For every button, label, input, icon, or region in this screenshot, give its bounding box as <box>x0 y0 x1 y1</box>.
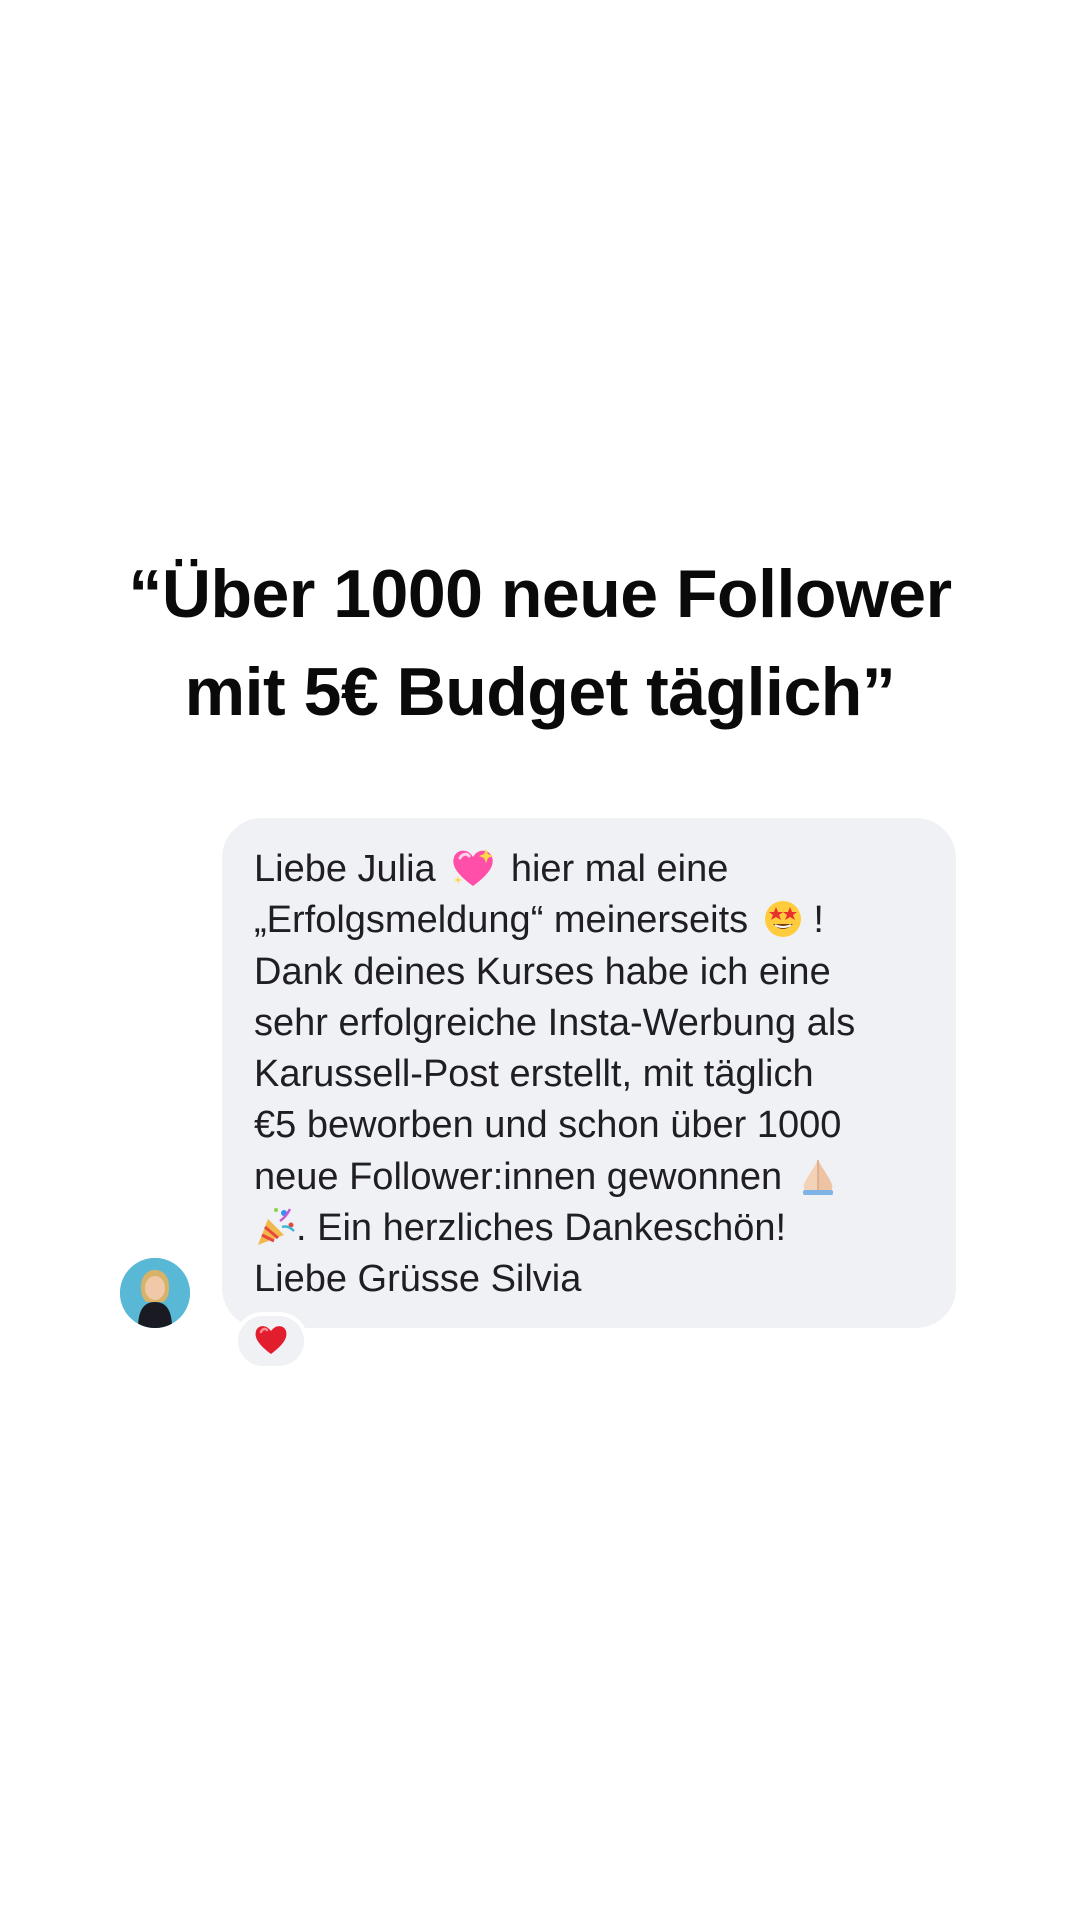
folded-hands-icon <box>797 1154 839 1196</box>
star-struck-face-icon <box>763 899 803 939</box>
user-avatar[interactable] <box>120 1258 190 1328</box>
headline-line-1: “Über 1000 neue Follower <box>128 556 952 632</box>
message-line-2: „Erfolgsmeldung“ meinerseits ! <box>254 895 932 946</box>
message-line-6: €5 beworben und schon über 1000 <box>254 1104 842 1147</box>
message-line-8: . Ein herzliches Dankeschön! <box>254 1203 932 1254</box>
message-text: „Erfolgsmeldung“ meinerseits <box>254 899 749 942</box>
message-text: hier mal eine <box>510 848 729 890</box>
message-text: . Ein herzliches Dankeschön! <box>296 1207 787 1250</box>
testimonial-page: “Über 1000 neue Follower mit 5€ Budget t… <box>0 0 1080 1920</box>
headline-line-2: mit 5€ Budget täglich” <box>184 654 896 730</box>
red-heart-icon <box>253 1323 289 1360</box>
message-line-4: sehr erfolgreiche Insta-Werbung als <box>254 1001 856 1044</box>
party-popper-icon <box>254 1205 296 1247</box>
message-bubble[interactable]: Liebe Julia hier mal eine „Erfolgsmeldun… <box>222 818 956 1328</box>
sparkling-heart-icon <box>450 846 496 888</box>
message-line-7: neue Follower:innen gewonnen <box>254 1152 932 1203</box>
headline: “Über 1000 neue Follower mit 5€ Budget t… <box>0 545 1080 741</box>
heart-reaction[interactable] <box>234 1312 308 1370</box>
message-text: ! <box>813 899 824 942</box>
message-line-3: Dank deines Kurses habe ich eine <box>254 950 831 993</box>
message-line-5: Karussell-Post erstellt, mit täglich <box>254 1053 814 1096</box>
message-line-1: Liebe Julia hier mal eine <box>254 844 932 895</box>
message-text: Liebe Julia <box>254 848 436 890</box>
message-text: neue Follower:innen gewonnen <box>254 1155 783 1198</box>
message-line-9: Liebe Grüsse Silvia <box>254 1258 582 1301</box>
